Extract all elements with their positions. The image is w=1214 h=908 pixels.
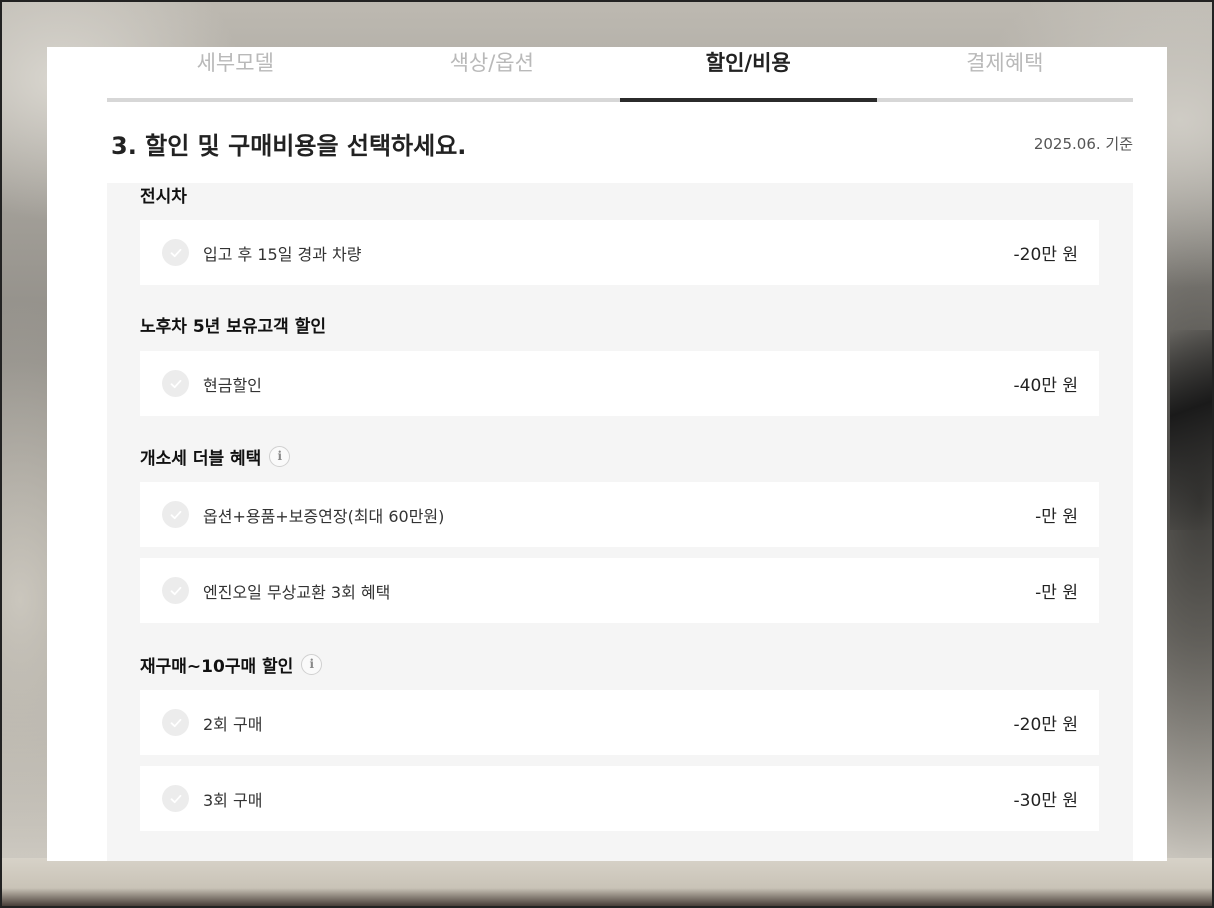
date-basis: 2025.06. 기준 — [1033, 134, 1133, 153]
option-label: 엔진오일 무상교환 3회 혜택 — [203, 582, 391, 602]
check-icon — [162, 239, 189, 266]
option-value: -20만 원 — [1013, 245, 1078, 265]
tab-discount-cost[interactable]: 할인/비용 — [620, 47, 877, 102]
step-tabs: 세부모델 색상/옵션 할인/비용 결제혜택 — [107, 47, 1133, 102]
group-title-old-car-5yr: 노후차 5년 보유고객 할인 — [140, 311, 326, 337]
option-purchase-3[interactable]: 3회 구매 -30만 원 — [140, 766, 1099, 831]
group-title-display-car: 전시차 — [140, 181, 187, 207]
check-icon — [162, 785, 189, 812]
option-value: -만 원 — [1035, 507, 1078, 527]
page-title: 3. 할인 및 구매비용을 선택하세요. — [111, 131, 467, 160]
purchase-config-card: 세부모델 색상/옵션 할인/비용 결제혜택 3. 할인 및 구매비용을 선택하세… — [47, 47, 1167, 861]
group-title-repurchase: 재구매~10구매 할인 i — [140, 651, 323, 677]
option-label: 현금할인 — [203, 375, 262, 395]
group-title-label: 전시차 — [140, 186, 187, 207]
info-icon[interactable]: i — [301, 653, 323, 675]
option-value: -40만 원 — [1013, 376, 1078, 396]
check-icon — [162, 709, 189, 736]
group-title-tax-double-benefit: 개소세 더블 혜택 i — [140, 443, 291, 469]
tab-color-options[interactable]: 색상/옵션 — [364, 47, 621, 98]
option-label: 옵션+용품+보증연장(최대 60만원) — [203, 506, 445, 526]
check-icon — [162, 501, 189, 528]
option-purchase-2[interactable]: 2회 구매 -20만 원 — [140, 690, 1099, 755]
option-options-accessories-warranty[interactable]: 옵션+용품+보증연장(최대 60만원) -만 원 — [140, 482, 1099, 547]
option-value: -만 원 — [1035, 583, 1078, 603]
option-value: -20만 원 — [1013, 715, 1078, 735]
background-floor — [0, 858, 1214, 908]
tab-payment-benefits[interactable]: 결제혜택 — [877, 47, 1134, 98]
tab-detail-model[interactable]: 세부모델 — [107, 47, 364, 98]
option-value: -30만 원 — [1013, 791, 1078, 811]
option-engine-oil-free[interactable]: 엔진오일 무상교환 3회 혜택 -만 원 — [140, 558, 1099, 623]
background-shadow — [1170, 330, 1214, 530]
check-icon — [162, 370, 189, 397]
group-title-label: 개소세 더블 혜택 — [140, 448, 262, 469]
option-label: 3회 구매 — [203, 790, 263, 810]
option-label: 입고 후 15일 경과 차량 — [203, 244, 362, 264]
option-label: 2회 구매 — [203, 714, 263, 734]
section-heading: 3. 할인 및 구매비용을 선택하세요. 2025.06. 기준 — [111, 123, 1133, 163]
check-icon — [162, 577, 189, 604]
info-icon[interactable]: i — [269, 445, 291, 467]
discount-options-panel: 전시차 입고 후 15일 경과 차량 -20만 원 노후차 5년 보유고객 할인… — [107, 183, 1133, 861]
option-cash-discount[interactable]: 현금할인 -40만 원 — [140, 351, 1099, 416]
group-title-label: 노후차 5년 보유고객 할인 — [140, 316, 326, 337]
group-title-label: 재구매~10구매 할인 — [140, 656, 294, 677]
option-display-car-15days[interactable]: 입고 후 15일 경과 차량 -20만 원 — [140, 220, 1099, 285]
